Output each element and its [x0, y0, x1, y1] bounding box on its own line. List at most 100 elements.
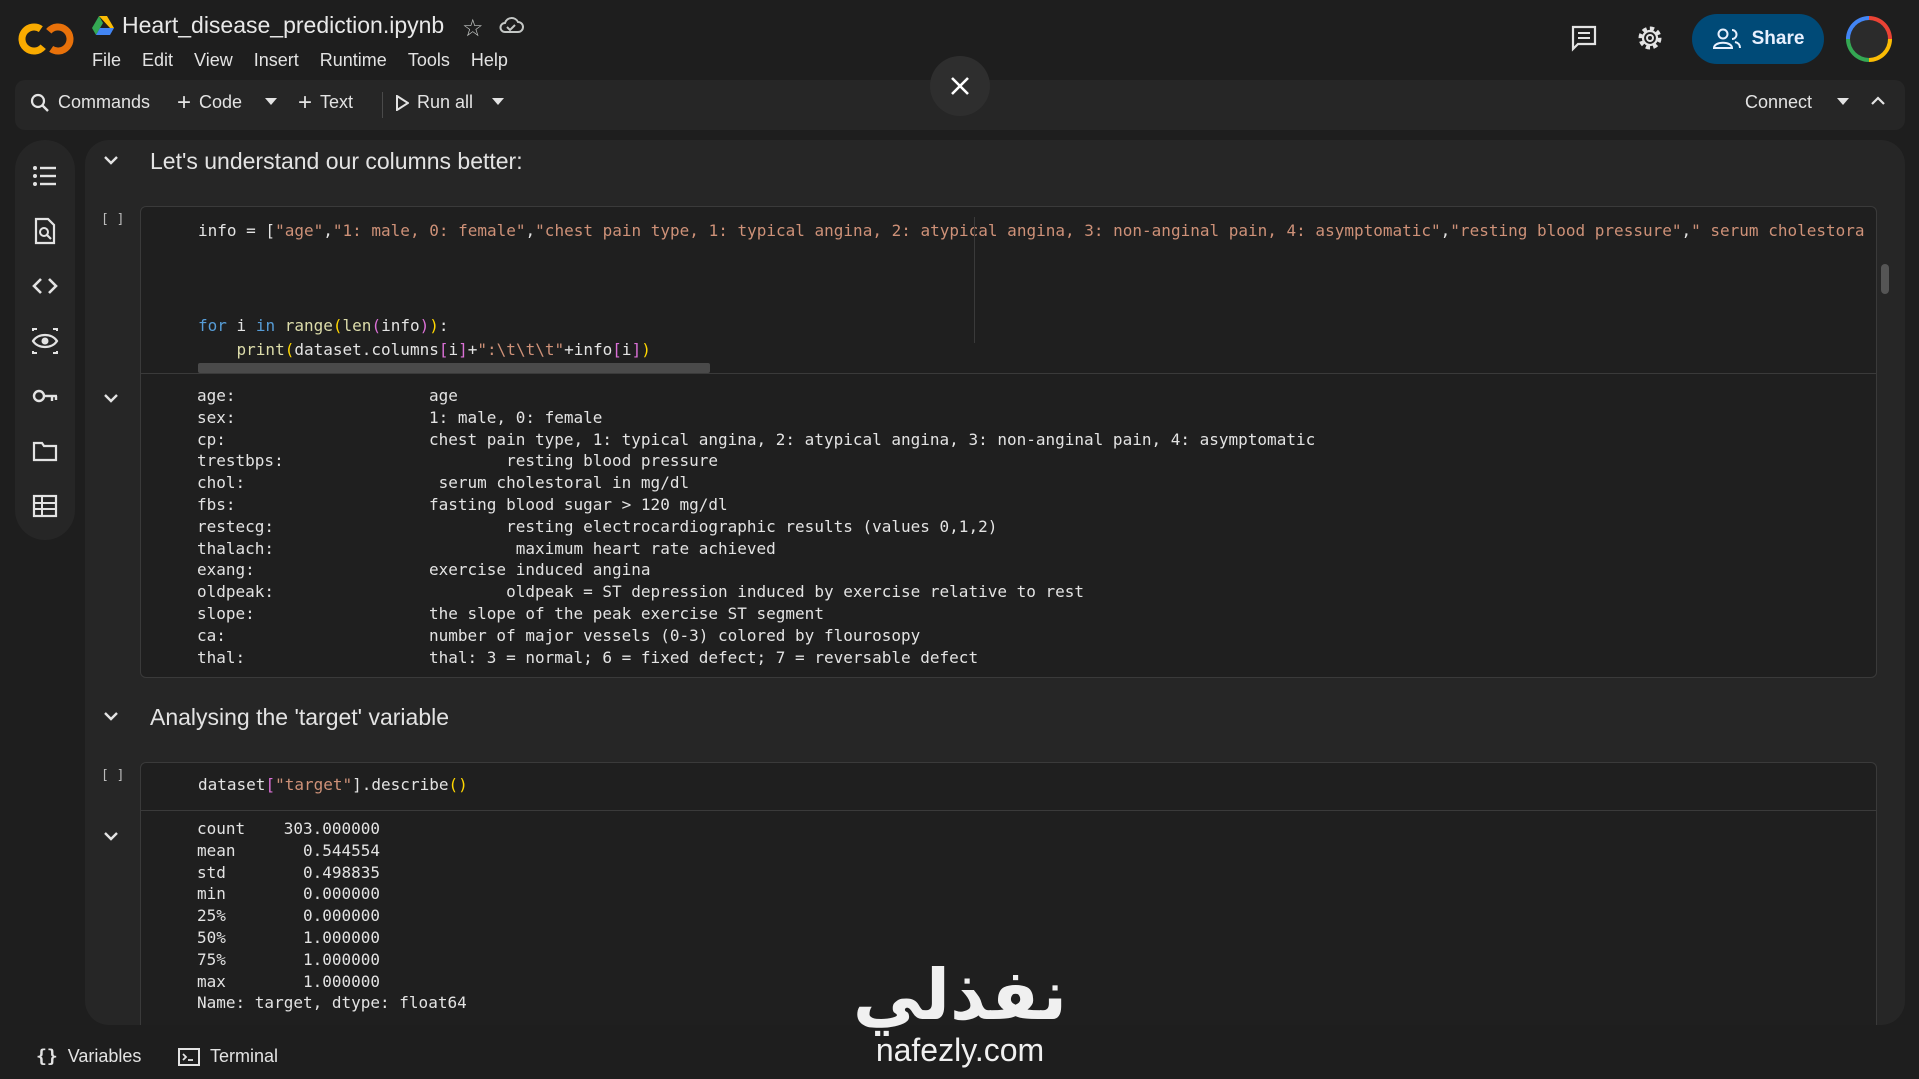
comment-icon[interactable]	[1570, 24, 1598, 52]
chevron-down-icon[interactable]	[103, 392, 119, 404]
output-row: cp: chest pain type, 1: typical angina, 2…	[197, 429, 1315, 451]
menu-edit[interactable]: Edit	[142, 50, 173, 71]
chevron-down-icon[interactable]	[103, 154, 119, 166]
menubar: File Edit View Insert Runtime Tools Help	[92, 50, 529, 71]
menu-help[interactable]: Help	[471, 50, 508, 71]
terminal-button[interactable]: Terminal	[178, 1046, 278, 1067]
output-value: the slope of the peak exercise ST segmen…	[429, 603, 824, 623]
notebook-title[interactable]: Heart_disease_prediction.ipynb	[122, 12, 444, 39]
code-line[interactable]: print(dataset.columns[i]+":\t\t\t"+info[…	[198, 340, 651, 359]
avatar-image	[1850, 20, 1888, 58]
watermark-arabic: نفذلي	[852, 954, 1068, 1036]
cell-output: age: age sex: 1: male, 0: female cp: chest pa…	[197, 385, 1315, 668]
output-value: resting blood pressure	[429, 451, 718, 471]
output-row: ca: number of major vessels (0-3) colored…	[197, 625, 1315, 647]
run-all-button[interactable]: Run all	[395, 92, 473, 113]
cloud-icon[interactable]	[498, 14, 524, 36]
menu-file[interactable]: File	[92, 50, 121, 71]
connect-dropdown-icon[interactable]	[1837, 98, 1849, 106]
close-icon	[951, 77, 969, 95]
code-dropdown-icon[interactable]	[265, 98, 277, 106]
output-key: slope:	[197, 603, 255, 623]
menu-view[interactable]: View	[194, 50, 233, 71]
collapse-header-icon[interactable]	[1871, 96, 1885, 106]
output-key: thalach:	[197, 538, 275, 558]
drive-icon[interactable]	[92, 16, 114, 36]
share-button[interactable]: Share	[1692, 14, 1824, 64]
output-value: thal: 3 = normal; 6 = fixed defect; 7 = …	[429, 647, 979, 667]
output-line: max 1.000000	[197, 971, 381, 991]
output-value: maximum heart rate achieved	[429, 538, 776, 558]
code-line[interactable]: dataset["target"].describe()	[198, 775, 468, 794]
people-icon	[1712, 28, 1741, 49]
code-snippets-icon[interactable]	[31, 272, 59, 300]
output-line: 75% 1.000000	[197, 949, 381, 969]
chevron-down-icon[interactable]	[103, 830, 119, 842]
find-in-file-icon[interactable]	[31, 217, 59, 245]
run-cell-button[interactable]: [ ]	[101, 212, 124, 227]
output-key: trestbps:	[197, 451, 284, 471]
menu-insert[interactable]: Insert	[254, 50, 299, 71]
plus-icon: +	[298, 88, 313, 116]
code-line[interactable]: for i in range(len(info)):	[198, 316, 449, 335]
output-key: sex:	[197, 407, 236, 427]
variables-button[interactable]: {} Variables	[36, 1046, 141, 1067]
cell-divider	[141, 373, 1876, 374]
horizontal-scrollbar[interactable]	[198, 363, 710, 373]
code-line[interactable]: info = ["age","1: male, 0: female","ches…	[198, 221, 1868, 240]
output-row: exang: exercise induced angina	[197, 559, 1315, 581]
section-title: Let's understand our columns better:	[150, 148, 523, 174]
output-row: oldpeak: oldpeak = ST depression induced…	[197, 581, 1315, 603]
play-icon	[396, 94, 409, 111]
menu-tools[interactable]: Tools	[408, 50, 450, 71]
output-key: fbs:	[197, 494, 236, 514]
share-label: Share	[1751, 28, 1805, 49]
output-row: thalach: maximum heart rate achieved	[197, 538, 1315, 560]
output-value: age	[429, 386, 458, 405]
search-icon	[30, 93, 49, 112]
output-row: thal: thal: 3 = normal; 6 = fixed defect;…	[197, 647, 1315, 669]
output-line: 50% 1.000000	[197, 927, 381, 947]
output-key: age:	[197, 386, 236, 405]
sidebar	[15, 140, 75, 540]
variable-inspector-icon[interactable]	[31, 327, 59, 355]
menu-runtime[interactable]: Runtime	[320, 50, 387, 71]
notebook-main: Let's understand our columns better: [ ]…	[85, 140, 1905, 1025]
output-line: count 303.000000	[197, 819, 381, 838]
colab-logo-icon[interactable]	[18, 18, 74, 60]
output-row: restecg: resting electrocardiographic re…	[197, 516, 1315, 538]
connect-button[interactable]: Connect	[1745, 92, 1812, 113]
run-all-dropdown-icon[interactable]	[492, 98, 504, 106]
table-of-contents-icon[interactable]	[31, 162, 59, 190]
vertical-scrollbar[interactable]	[1881, 264, 1889, 294]
add-code-button[interactable]: + Code	[177, 88, 242, 116]
output-value: exercise induced angina	[429, 560, 651, 580]
output-value: number of major vessels (0-3) colored by…	[429, 625, 921, 645]
plus-icon: +	[177, 88, 192, 116]
chevron-down-icon[interactable]	[103, 710, 119, 722]
close-button[interactable]	[930, 56, 990, 116]
output-line: min 0.000000	[197, 884, 381, 904]
data-table-icon[interactable]	[31, 492, 59, 520]
output-key: thal:	[197, 647, 246, 667]
run-cell-button[interactable]: [ ]	[101, 768, 124, 783]
folder-icon[interactable]	[31, 437, 59, 465]
output-key: chol:	[197, 473, 246, 493]
key-icon[interactable]	[31, 382, 59, 410]
output-value: resting electrocardiographic results (va…	[429, 516, 998, 536]
output-key: restecg:	[197, 516, 275, 536]
code-cell[interactable]: info = ["age","1: male, 0: female","ches…	[140, 206, 1877, 678]
avatar[interactable]	[1846, 16, 1892, 62]
output-value: chest pain type, 1: typical angina, 2: a…	[429, 429, 1316, 449]
cell-output: count 303.000000 mean 0.544554 std 0.49883…	[197, 818, 467, 1014]
watermark-url: nafezly.com	[875, 1032, 1045, 1068]
section-title: Analysing the 'target' variable	[150, 704, 450, 730]
add-text-button[interactable]: + Text	[298, 88, 353, 116]
settings-icon[interactable]	[1636, 24, 1664, 52]
braces-icon: {}	[36, 1046, 58, 1067]
commands-button[interactable]: Commands	[30, 92, 150, 113]
output-line: std 0.498835	[197, 862, 381, 882]
star-icon[interactable]: ☆	[462, 14, 484, 43]
output-line: mean 0.544554	[197, 840, 381, 860]
output-key: exang:	[197, 560, 255, 580]
